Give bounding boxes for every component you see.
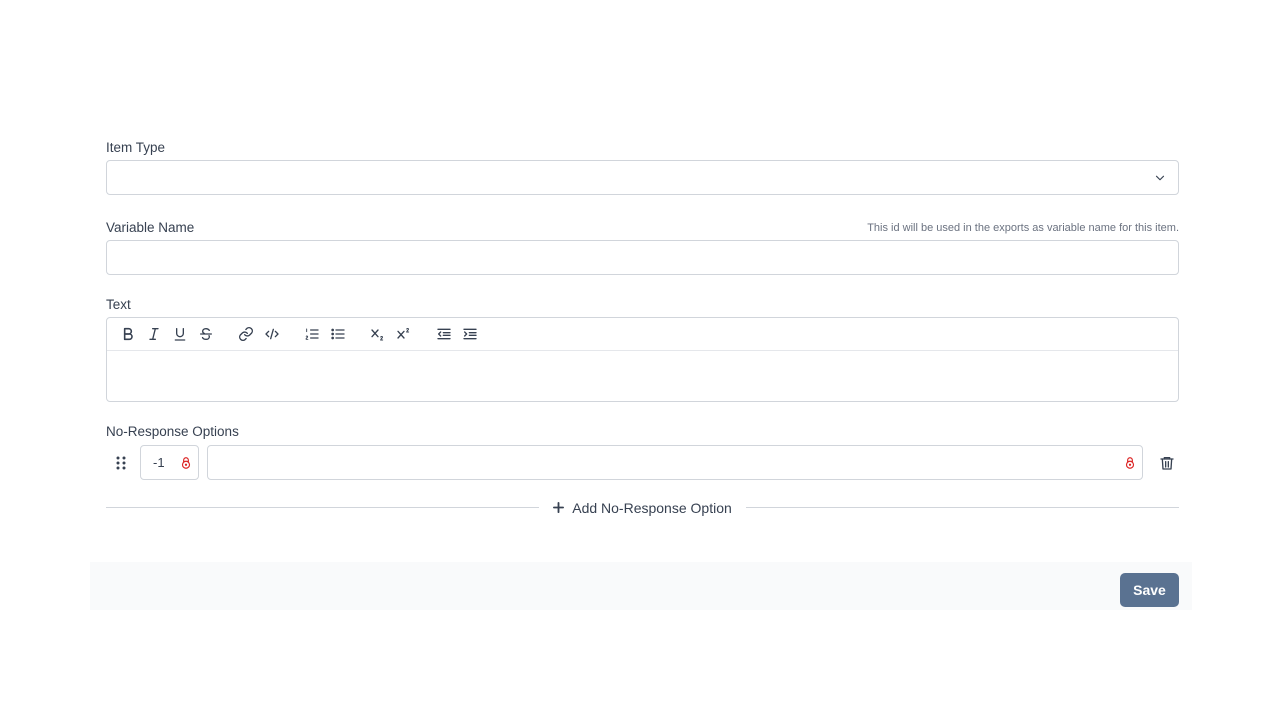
variable-name-label-row: Variable Name This id will be used in th…: [106, 218, 1179, 238]
indent-button[interactable]: [457, 322, 483, 346]
variable-name-input[interactable]: [106, 240, 1179, 275]
no-response-label-input[interactable]: [207, 445, 1143, 480]
superscript-icon: [397, 327, 410, 339]
no-response-code-input[interactable]: -1: [140, 445, 199, 480]
code-icon: [265, 328, 279, 340]
chevron-down-icon: [1155, 175, 1165, 181]
bullet-list-icon: [331, 328, 345, 340]
item-type-select[interactable]: [106, 160, 1179, 195]
add-option-row: Add No-Response Option: [106, 494, 1180, 521]
editor-toolbar: [107, 318, 1178, 351]
form-footer: Save: [90, 562, 1192, 610]
save-button[interactable]: Save: [1120, 573, 1179, 607]
strikethrough-button[interactable]: [193, 322, 219, 346]
variable-name-hint: This id will be used in the exports as v…: [867, 222, 1179, 234]
item-form: Item Type Variable Name This id will be …: [106, 138, 1180, 521]
underline-icon: [174, 328, 186, 341]
drag-handle[interactable]: [106, 445, 140, 480]
bullet-list-button[interactable]: [325, 322, 351, 346]
item-type-label: Item Type: [106, 140, 166, 155]
italic-icon: [149, 328, 159, 340]
no-response-label: No-Response Options: [106, 424, 239, 439]
italic-button[interactable]: [141, 322, 167, 346]
indent-icon: [463, 328, 477, 340]
outdent-button[interactable]: [431, 322, 457, 346]
add-no-response-option-button[interactable]: Add No-Response Option: [539, 499, 746, 516]
trash-icon: [1160, 456, 1174, 470]
lock-icon[interactable]: [1123, 456, 1137, 470]
divider: [745, 507, 1180, 508]
variable-name-label: Variable Name: [106, 220, 195, 235]
link-button[interactable]: [233, 322, 259, 346]
bold-button[interactable]: [115, 322, 141, 346]
link-icon: [239, 327, 253, 341]
lock-icon[interactable]: [179, 456, 193, 470]
subscript-button[interactable]: [365, 322, 391, 346]
delete-option-button[interactable]: [1143, 445, 1179, 480]
ordered-list-icon: [305, 328, 319, 340]
code-button[interactable]: [259, 322, 285, 346]
subscript-icon: [371, 329, 384, 341]
ordered-list-button[interactable]: [299, 322, 325, 346]
outdent-icon: [437, 328, 451, 340]
no-response-option-row: -1: [106, 445, 1179, 480]
text-editor: [106, 317, 1179, 402]
drag-handle-icon: [116, 456, 126, 469]
text-label: Text: [106, 297, 131, 312]
bold-icon: [123, 327, 133, 341]
add-option-label: Add No-Response Option: [572, 499, 732, 516]
superscript-button[interactable]: [391, 322, 417, 346]
strikethrough-icon: [200, 327, 212, 341]
no-response-code-value: -1: [153, 455, 165, 470]
divider: [106, 507, 540, 508]
editor-content[interactable]: [107, 351, 1178, 401]
underline-button[interactable]: [167, 322, 193, 346]
plus-icon: [553, 502, 565, 513]
